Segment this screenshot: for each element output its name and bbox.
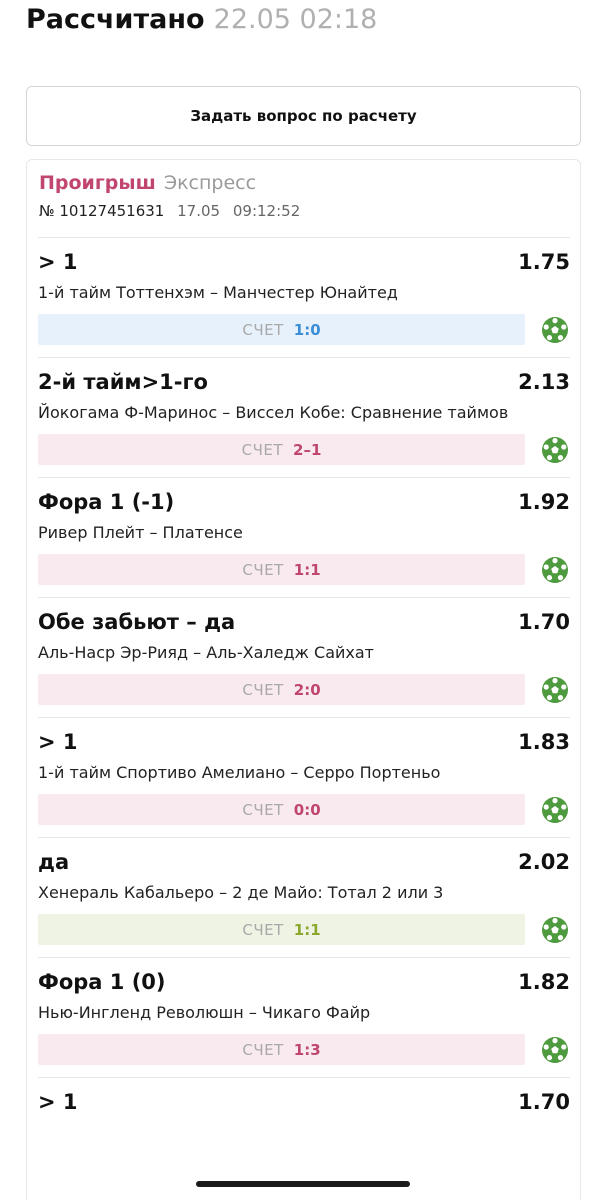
score-value: 1:3 xyxy=(293,1040,321,1059)
bet-outcome: да xyxy=(38,850,70,874)
bet-item[interactable]: > 1 1.70 xyxy=(38,1077,570,1114)
bet-odds: 1.83 xyxy=(518,730,570,754)
score-value: 1:1 xyxy=(293,920,321,939)
score-row: СЧЕТ 1:3 xyxy=(38,1034,570,1065)
page-header: Рассчитано 22.05 02:18 xyxy=(26,4,377,35)
score-value: 2–1 xyxy=(293,440,322,459)
bet-item[interactable]: > 1 1.83 1-й тайм Спортиво Амелиано – Серр… xyxy=(38,717,570,837)
ticket-number: № 10127451631 xyxy=(39,202,165,220)
bet-odds: 1.75 xyxy=(518,250,570,274)
ticket-date: 17.05 xyxy=(177,202,221,220)
bet-outcome: > 1 xyxy=(38,1090,78,1114)
bet-outcome: 2-й тайм>1-го xyxy=(38,370,208,394)
bet-event: 1-й тайм Спортиво Амелиано – Серро Порте… xyxy=(38,763,441,782)
bet-event: 1-й тайм Тоттенхэм – Манчестер Юнайтед xyxy=(38,283,398,302)
bet-odds: 2.13 xyxy=(518,370,570,394)
settle-timestamp: 22.05 02:18 xyxy=(213,4,378,35)
score-row: СЧЕТ 1:1 xyxy=(38,914,570,945)
ticket-status: Проигрыш Экспресс xyxy=(39,172,568,194)
bet-item[interactable]: Фора 1 (-1) 1.92 Ривер Плейт – Платенсе СЧЕ… xyxy=(38,477,570,597)
bet-odds: 1.92 xyxy=(518,490,570,514)
ticket-meta: № 10127451631 17.05 09:12:52 xyxy=(39,202,568,220)
ticket-result: Проигрыш xyxy=(39,172,156,194)
soccer-ball-icon xyxy=(542,676,568,703)
bet-event: Йокогама Ф-Маринос – Виссел Кобе: Сравне… xyxy=(38,403,509,422)
bet-item[interactable]: > 1 1.75 1-й тайм Тоттенхэм – Манчестер Юн… xyxy=(38,237,570,357)
score-label: СЧЕТ xyxy=(242,1040,284,1059)
score-bar: СЧЕТ 1:1 xyxy=(38,554,525,585)
bet-event: Нью-Ингленд Революшн – Чикаго Файр xyxy=(38,1003,371,1022)
ask-question-button[interactable]: Задать вопрос по расчету xyxy=(26,86,581,146)
score-row: СЧЕТ 2:0 xyxy=(38,674,570,705)
bet-list: > 1 1.75 1-й тайм Тоттенхэм – Манчестер Юн… xyxy=(27,237,580,1114)
score-row: СЧЕТ 0:0 xyxy=(38,794,570,825)
bet-outcome: > 1 xyxy=(38,730,78,754)
bet-outcome: > 1 xyxy=(38,250,78,274)
bet-outcome: Обе забьют – да xyxy=(38,610,236,634)
page-title: Рассчитано xyxy=(26,4,205,35)
score-value: 2:0 xyxy=(293,680,321,699)
bet-item[interactable]: 2-й тайм>1-го 2.13 Йокогама Ф-Маринос – Ви… xyxy=(38,357,570,477)
score-label: СЧЕТ xyxy=(242,800,284,819)
bet-event: Аль-Наср Эр-Рияд – Аль-Халедж Сайхат xyxy=(38,643,374,662)
score-label: СЧЕТ xyxy=(241,440,284,459)
bet-item[interactable]: да 2.02 Хенераль Кабальеро – 2 де Майо: То… xyxy=(38,837,570,957)
score-value: 1:0 xyxy=(293,320,321,339)
bet-item[interactable]: Обе забьют – да 1.70 Аль-Наср Эр-Рияд – Ал… xyxy=(38,597,570,717)
score-row: СЧЕТ 2–1 xyxy=(38,434,570,465)
bet-event: Хенераль Кабальеро – 2 де Майо: Тотал 2 … xyxy=(38,883,444,902)
bet-item[interactable]: Фора 1 (0) 1.82 Нью-Ингленд Революшн – Чик… xyxy=(38,957,570,1077)
score-bar: СЧЕТ 2:0 xyxy=(38,674,525,705)
ticket-header: Проигрыш Экспресс № 10127451631 17.05 09… xyxy=(27,160,580,237)
score-bar: СЧЕТ 1:0 xyxy=(38,314,525,345)
bet-odds: 1.82 xyxy=(518,970,570,994)
bet-odds: 1.70 xyxy=(518,1090,570,1114)
ticket-time: 09:12:52 xyxy=(232,202,301,220)
soccer-ball-icon xyxy=(542,436,568,463)
soccer-ball-icon xyxy=(542,316,568,343)
soccer-ball-icon xyxy=(542,556,568,583)
score-label: СЧЕТ xyxy=(242,320,284,339)
score-bar: СЧЕТ 2–1 xyxy=(38,434,525,465)
score-bar: СЧЕТ 0:0 xyxy=(38,794,525,825)
ticket-type: Экспресс xyxy=(163,172,257,194)
bet-odds: 1.70 xyxy=(518,610,570,634)
score-value: 0:0 xyxy=(293,800,321,819)
bet-outcome: Фора 1 (-1) xyxy=(38,490,175,514)
score-label: СЧЕТ xyxy=(242,560,284,579)
score-label: СЧЕТ xyxy=(242,920,284,939)
soccer-ball-icon xyxy=(542,1036,568,1063)
soccer-ball-icon xyxy=(542,796,568,823)
score-bar: СЧЕТ 1:1 xyxy=(38,914,525,945)
bet-outcome: Фора 1 (0) xyxy=(38,970,166,994)
score-row: СЧЕТ 1:0 xyxy=(38,314,570,345)
bet-odds: 2.02 xyxy=(518,850,570,874)
score-value: 1:1 xyxy=(293,560,321,579)
soccer-ball-icon xyxy=(542,916,568,943)
score-row: СЧЕТ 1:1 xyxy=(38,554,570,585)
bet-ticket-card: Проигрыш Экспресс № 10127451631 17.05 09… xyxy=(26,159,581,1200)
score-bar: СЧЕТ 1:3 xyxy=(38,1034,525,1065)
home-indicator[interactable] xyxy=(196,1181,410,1187)
score-label: СЧЕТ xyxy=(242,680,284,699)
bet-event: Ривер Плейт – Платенсе xyxy=(38,523,243,542)
